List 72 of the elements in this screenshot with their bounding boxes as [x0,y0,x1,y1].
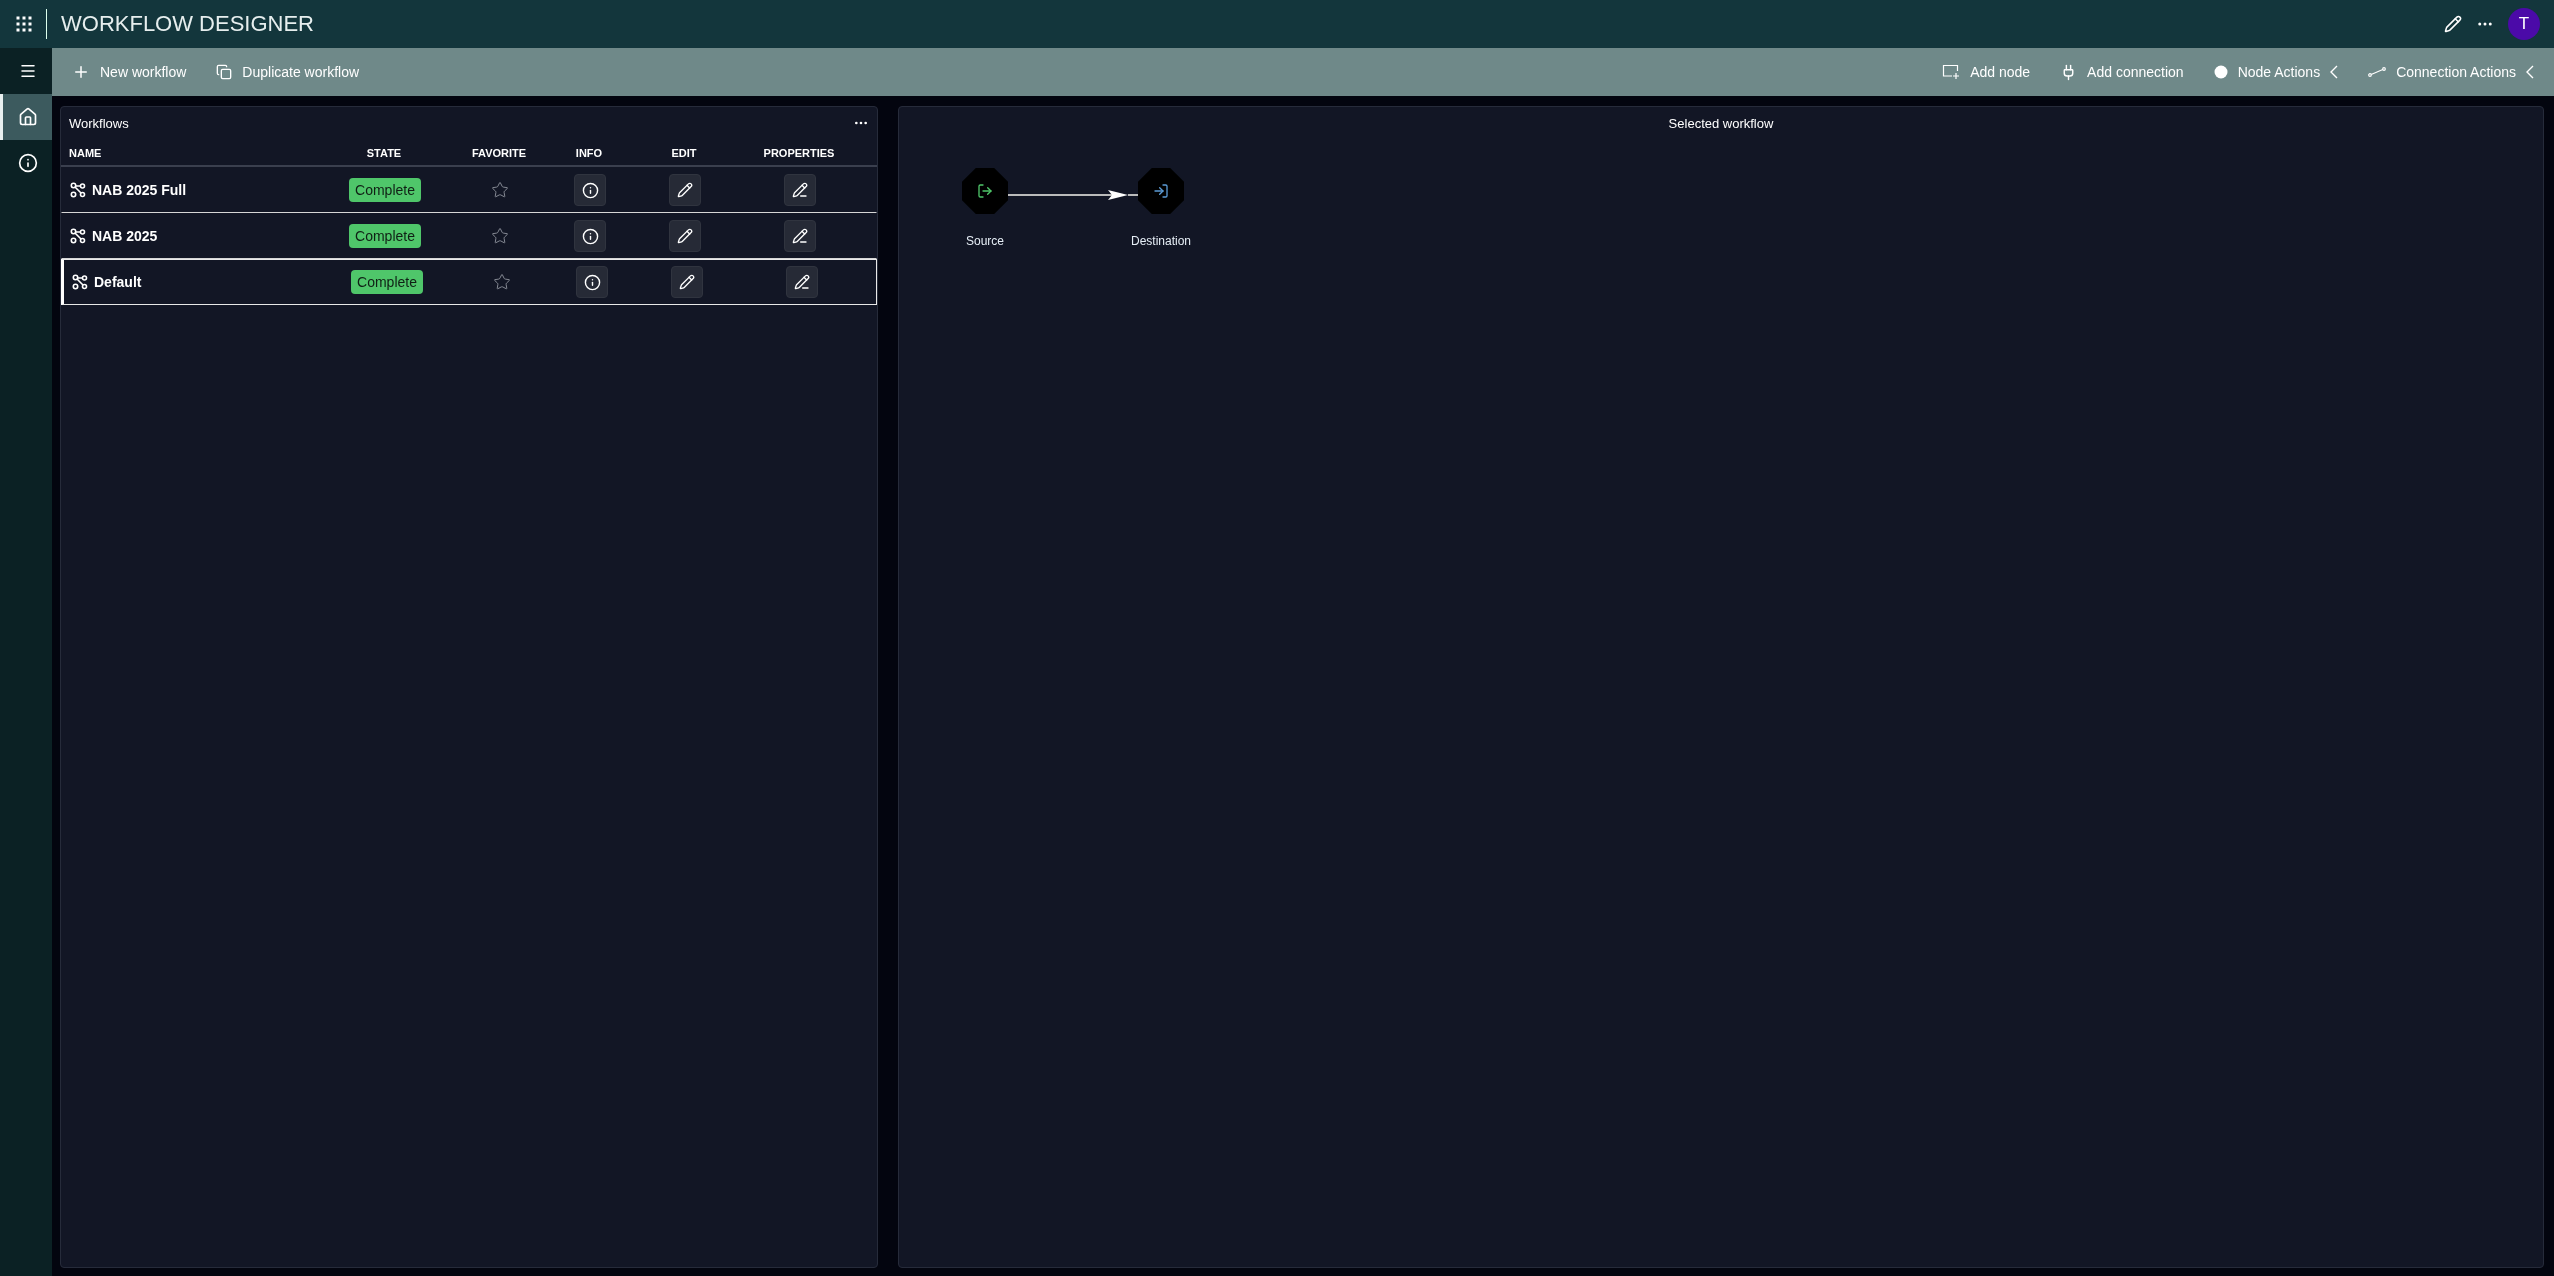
toolbar-button[interactable]: Add connection [2048,57,2196,87]
workflow-row[interactable]: NAB 2025 Complete [61,213,877,259]
column-header: FAVORITE [470,147,528,159]
toolbar-button[interactable]: Add node [1930,58,2043,86]
menu-icon [18,62,37,80]
info-icon [17,153,38,173]
info-icon [581,181,599,199]
info-button[interactable] [574,220,606,252]
app-title: WORKFLOW DESIGNER [61,11,315,37]
copy-icon [216,64,233,80]
chevron-icon [2330,65,2339,79]
workflow-name: Default [94,274,142,290]
chevron-icon [2526,65,2534,79]
edit-button[interactable] [669,220,701,252]
pencil-lines-icon [792,228,808,244]
info-icon [581,227,599,245]
user-avatar[interactable]: T [2508,8,2540,40]
column-header: STATE [365,147,403,159]
state-badge: Complete [351,270,423,294]
pencil-lines-icon [792,182,808,198]
workflow-node[interactable] [962,168,1008,214]
column-header: INFO [574,147,604,159]
panel-title: Selected workflow [1667,115,1775,133]
connection-arrow[interactable] [1008,190,1138,200]
favorite-toggle[interactable] [493,273,511,291]
circle-icon [2213,65,2228,79]
info-button[interactable] [576,266,608,298]
properties-button[interactable] [786,266,818,298]
toolbar-button[interactable]: Connection Actions [2356,58,2546,86]
toolbar-button[interactable]: Node Actions [2201,58,2351,86]
column-header: EDIT [670,147,698,159]
properties-button[interactable] [784,174,816,206]
sidebar-item[interactable] [0,94,52,140]
star-icon [493,273,511,291]
add-node-icon [1942,64,1961,80]
node-label: Destination [1131,234,1192,248]
workflow-icon [70,228,86,244]
favorite-toggle[interactable] [491,227,509,245]
workflow-node[interactable] [1138,168,1184,214]
favorite-toggle[interactable] [491,181,509,199]
exit-icon [977,183,993,199]
column-header: NAME [69,147,103,159]
edit-button[interactable] [671,266,703,298]
workflow-icon [72,274,88,290]
star-icon [491,227,509,245]
enter-icon [1153,183,1169,199]
info-button[interactable] [574,174,606,206]
pencil-icon [679,274,695,290]
info-icon [583,273,601,291]
workflow-icon [70,182,86,198]
pencil-icon[interactable] [2444,15,2462,33]
properties-button[interactable] [784,220,816,252]
pencil-lines-icon [794,274,810,290]
column-header: PROPERTIES [762,147,836,159]
home-icon [17,107,38,127]
workflow-name: NAB 2025 Full [92,182,187,198]
state-badge: Complete [349,178,421,202]
plus-icon [72,63,90,81]
toolbar-button[interactable]: Duplicate workflow [204,58,372,86]
workflow-name: NAB 2025 [92,228,158,244]
star-icon [491,181,509,199]
panel-title: Workflows [69,115,129,131]
pencil-icon [677,228,693,244]
edit-button[interactable] [669,174,701,206]
connection-line-icon [2368,67,2387,77]
node-label: Source [966,234,1004,248]
toolbar-button[interactable]: New workflow [60,57,199,87]
pencil-icon [677,182,693,198]
workflow-row[interactable]: Default Complete [61,259,877,305]
app-launcher-icon[interactable] [16,16,32,32]
state-badge: Complete [349,224,421,248]
workflow-row[interactable]: NAB 2025 Full Complete [61,167,877,213]
